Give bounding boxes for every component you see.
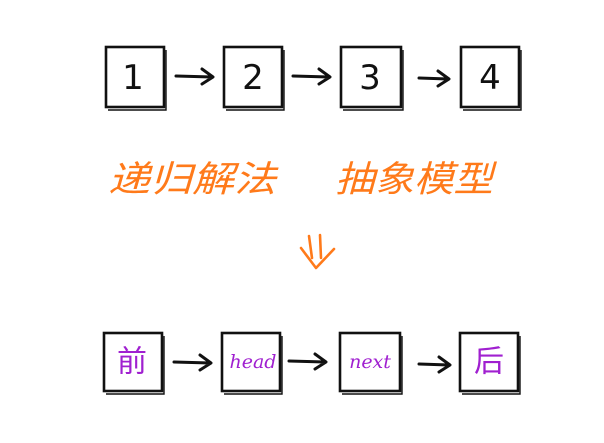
bottom-node-prev: 前 bbox=[102, 331, 165, 395]
down-arrow-icon bbox=[299, 233, 336, 270]
top-node-4-label: 4 bbox=[479, 58, 501, 98]
bottom-node-next-label: next bbox=[349, 351, 391, 373]
bottom-node-head: head bbox=[220, 331, 283, 395]
bottom-arrow-1 bbox=[172, 353, 213, 372]
top-node-4: 4 bbox=[459, 45, 522, 111]
bottom-node-next: next bbox=[338, 331, 403, 395]
top-node-2: 2 bbox=[222, 45, 285, 111]
top-arrow-2 bbox=[291, 67, 332, 86]
bottom-arrow-3 bbox=[417, 355, 452, 374]
top-arrow-1 bbox=[174, 67, 215, 86]
caption-abstract-model: 抽象模型 bbox=[335, 160, 497, 201]
top-node-2-label: 2 bbox=[242, 58, 264, 98]
caption-recursive-solution: 递归解法 bbox=[108, 160, 279, 201]
top-node-3: 3 bbox=[339, 45, 404, 111]
top-node-1: 1 bbox=[104, 45, 167, 111]
bottom-node-prev-label: 前 bbox=[117, 345, 147, 380]
top-arrow-3 bbox=[417, 69, 451, 88]
bottom-node-next-after-label: 后 bbox=[474, 345, 504, 380]
top-node-3-label: 3 bbox=[359, 58, 381, 98]
bottom-arrow-2 bbox=[287, 352, 328, 371]
bottom-node-head-label: head bbox=[230, 351, 277, 373]
top-node-1-label: 1 bbox=[122, 58, 144, 98]
bottom-node-next-after: 后 bbox=[458, 331, 521, 395]
linked-list-diagram: 1 2 3 4 递归解法 抽象模型 前 head next 后 bbox=[102, 45, 522, 395]
